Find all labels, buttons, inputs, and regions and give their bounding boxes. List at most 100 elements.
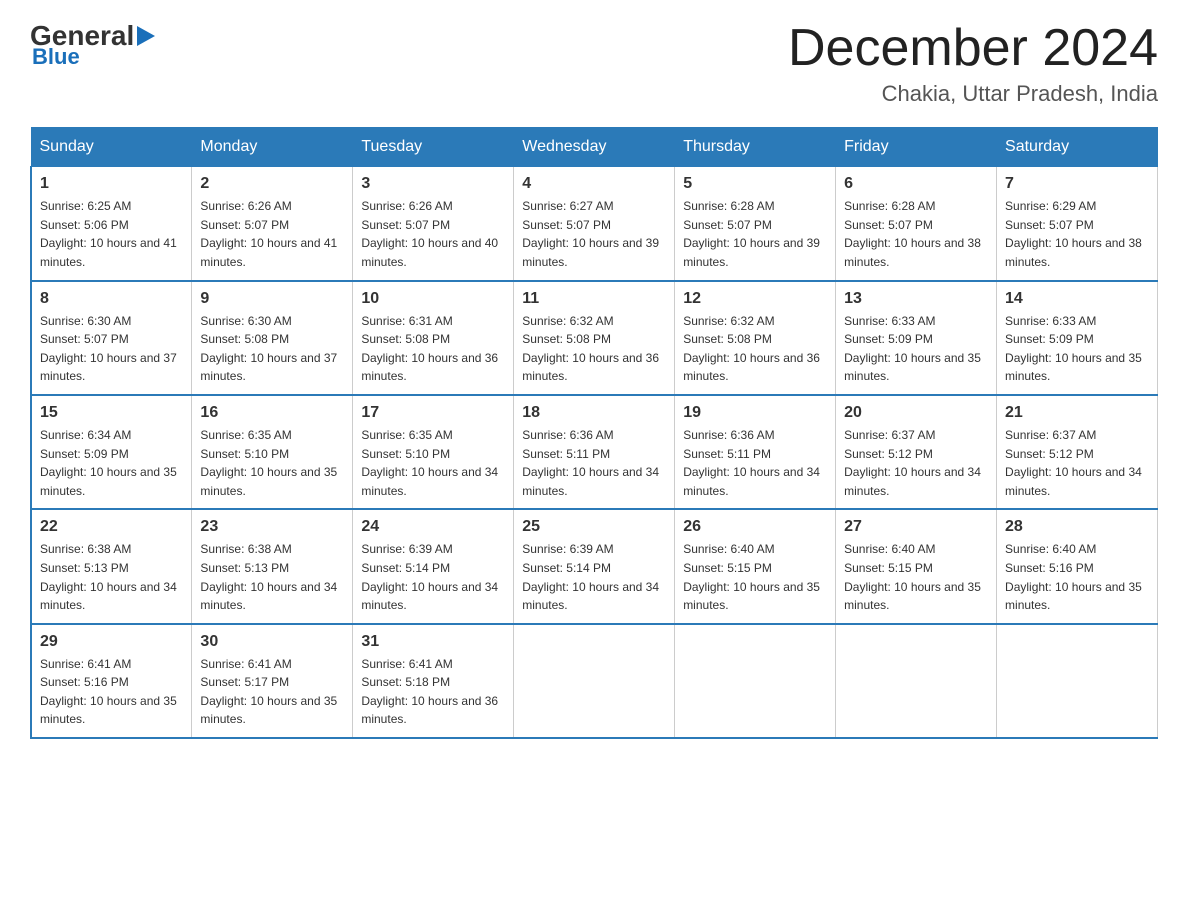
day-detail: Sunrise: 6:39 AMSunset: 5:14 PMDaylight:… bbox=[361, 542, 498, 612]
col-friday: Friday bbox=[836, 128, 997, 167]
day-number: 24 bbox=[361, 518, 505, 536]
day-detail: Sunrise: 6:30 AMSunset: 5:08 PMDaylight:… bbox=[200, 314, 337, 384]
day-detail: Sunrise: 6:38 AMSunset: 5:13 PMDaylight:… bbox=[40, 542, 177, 612]
col-sunday: Sunday bbox=[31, 128, 192, 167]
day-detail: Sunrise: 6:30 AMSunset: 5:07 PMDaylight:… bbox=[40, 314, 177, 384]
day-detail: Sunrise: 6:39 AMSunset: 5:14 PMDaylight:… bbox=[522, 542, 659, 612]
day-number: 5 bbox=[683, 175, 827, 193]
day-number: 28 bbox=[1005, 518, 1149, 536]
day-detail: Sunrise: 6:37 AMSunset: 5:12 PMDaylight:… bbox=[1005, 428, 1142, 498]
day-detail: Sunrise: 6:35 AMSunset: 5:10 PMDaylight:… bbox=[200, 428, 337, 498]
day-detail: Sunrise: 6:41 AMSunset: 5:16 PMDaylight:… bbox=[40, 657, 177, 727]
table-row: 25 Sunrise: 6:39 AMSunset: 5:14 PMDaylig… bbox=[514, 509, 675, 623]
col-saturday: Saturday bbox=[997, 128, 1158, 167]
table-row: 18 Sunrise: 6:36 AMSunset: 5:11 PMDaylig… bbox=[514, 395, 675, 509]
col-monday: Monday bbox=[192, 128, 353, 167]
table-row: 19 Sunrise: 6:36 AMSunset: 5:11 PMDaylig… bbox=[675, 395, 836, 509]
logo-flag-icon bbox=[137, 26, 155, 46]
day-number: 1 bbox=[40, 175, 183, 193]
col-thursday: Thursday bbox=[675, 128, 836, 167]
day-number: 19 bbox=[683, 404, 827, 422]
day-number: 7 bbox=[1005, 175, 1149, 193]
table-row: 6 Sunrise: 6:28 AMSunset: 5:07 PMDayligh… bbox=[836, 167, 997, 281]
day-number: 17 bbox=[361, 404, 505, 422]
day-number: 20 bbox=[844, 404, 988, 422]
day-detail: Sunrise: 6:27 AMSunset: 5:07 PMDaylight:… bbox=[522, 199, 659, 269]
table-row bbox=[675, 624, 836, 738]
table-row: 7 Sunrise: 6:29 AMSunset: 5:07 PMDayligh… bbox=[997, 167, 1158, 281]
table-row bbox=[514, 624, 675, 738]
day-detail: Sunrise: 6:41 AMSunset: 5:18 PMDaylight:… bbox=[361, 657, 498, 727]
table-row bbox=[836, 624, 997, 738]
month-title: December 2024 bbox=[788, 20, 1158, 77]
day-detail: Sunrise: 6:40 AMSunset: 5:15 PMDaylight:… bbox=[683, 542, 820, 612]
day-number: 25 bbox=[522, 518, 666, 536]
day-number: 3 bbox=[361, 175, 505, 193]
table-row: 9 Sunrise: 6:30 AMSunset: 5:08 PMDayligh… bbox=[192, 281, 353, 395]
day-detail: Sunrise: 6:25 AMSunset: 5:06 PMDaylight:… bbox=[40, 199, 177, 269]
day-detail: Sunrise: 6:33 AMSunset: 5:09 PMDaylight:… bbox=[1005, 314, 1142, 384]
logo-blue-text: Blue bbox=[32, 44, 80, 69]
table-row: 23 Sunrise: 6:38 AMSunset: 5:13 PMDaylig… bbox=[192, 509, 353, 623]
day-detail: Sunrise: 6:26 AMSunset: 5:07 PMDaylight:… bbox=[361, 199, 498, 269]
table-row: 10 Sunrise: 6:31 AMSunset: 5:08 PMDaylig… bbox=[353, 281, 514, 395]
day-detail: Sunrise: 6:37 AMSunset: 5:12 PMDaylight:… bbox=[844, 428, 981, 498]
header: General Blue December 2024 Chakia, Uttar… bbox=[30, 20, 1158, 107]
day-number: 6 bbox=[844, 175, 988, 193]
table-row: 28 Sunrise: 6:40 AMSunset: 5:16 PMDaylig… bbox=[997, 509, 1158, 623]
table-row: 8 Sunrise: 6:30 AMSunset: 5:07 PMDayligh… bbox=[31, 281, 192, 395]
calendar-header-row: Sunday Monday Tuesday Wednesday Thursday… bbox=[31, 128, 1158, 167]
table-row: 4 Sunrise: 6:27 AMSunset: 5:07 PMDayligh… bbox=[514, 167, 675, 281]
day-number: 2 bbox=[200, 175, 344, 193]
table-row: 29 Sunrise: 6:41 AMSunset: 5:16 PMDaylig… bbox=[31, 624, 192, 738]
day-number: 23 bbox=[200, 518, 344, 536]
table-row: 24 Sunrise: 6:39 AMSunset: 5:14 PMDaylig… bbox=[353, 509, 514, 623]
day-detail: Sunrise: 6:28 AMSunset: 5:07 PMDaylight:… bbox=[844, 199, 981, 269]
day-detail: Sunrise: 6:35 AMSunset: 5:10 PMDaylight:… bbox=[361, 428, 498, 498]
day-number: 31 bbox=[361, 633, 505, 651]
day-detail: Sunrise: 6:32 AMSunset: 5:08 PMDaylight:… bbox=[522, 314, 659, 384]
calendar-week-row: 8 Sunrise: 6:30 AMSunset: 5:07 PMDayligh… bbox=[31, 281, 1158, 395]
table-row: 13 Sunrise: 6:33 AMSunset: 5:09 PMDaylig… bbox=[836, 281, 997, 395]
table-row: 11 Sunrise: 6:32 AMSunset: 5:08 PMDaylig… bbox=[514, 281, 675, 395]
table-row: 2 Sunrise: 6:26 AMSunset: 5:07 PMDayligh… bbox=[192, 167, 353, 281]
day-number: 4 bbox=[522, 175, 666, 193]
table-row: 17 Sunrise: 6:35 AMSunset: 5:10 PMDaylig… bbox=[353, 395, 514, 509]
day-detail: Sunrise: 6:40 AMSunset: 5:15 PMDaylight:… bbox=[844, 542, 981, 612]
day-detail: Sunrise: 6:32 AMSunset: 5:08 PMDaylight:… bbox=[683, 314, 820, 384]
day-number: 21 bbox=[1005, 404, 1149, 422]
table-row: 27 Sunrise: 6:40 AMSunset: 5:15 PMDaylig… bbox=[836, 509, 997, 623]
day-detail: Sunrise: 6:26 AMSunset: 5:07 PMDaylight:… bbox=[200, 199, 337, 269]
location-title: Chakia, Uttar Pradesh, India bbox=[788, 81, 1158, 107]
day-number: 30 bbox=[200, 633, 344, 651]
day-number: 18 bbox=[522, 404, 666, 422]
calendar-table: Sunday Monday Tuesday Wednesday Thursday… bbox=[30, 127, 1158, 739]
day-number: 12 bbox=[683, 290, 827, 308]
day-number: 13 bbox=[844, 290, 988, 308]
col-tuesday: Tuesday bbox=[353, 128, 514, 167]
table-row bbox=[997, 624, 1158, 738]
day-number: 26 bbox=[683, 518, 827, 536]
table-row: 5 Sunrise: 6:28 AMSunset: 5:07 PMDayligh… bbox=[675, 167, 836, 281]
day-number: 29 bbox=[40, 633, 183, 651]
day-detail: Sunrise: 6:33 AMSunset: 5:09 PMDaylight:… bbox=[844, 314, 981, 384]
day-detail: Sunrise: 6:29 AMSunset: 5:07 PMDaylight:… bbox=[1005, 199, 1142, 269]
table-row: 21 Sunrise: 6:37 AMSunset: 5:12 PMDaylig… bbox=[997, 395, 1158, 509]
day-detail: Sunrise: 6:28 AMSunset: 5:07 PMDaylight:… bbox=[683, 199, 820, 269]
col-wednesday: Wednesday bbox=[514, 128, 675, 167]
table-row: 31 Sunrise: 6:41 AMSunset: 5:18 PMDaylig… bbox=[353, 624, 514, 738]
day-number: 11 bbox=[522, 290, 666, 308]
calendar-week-row: 22 Sunrise: 6:38 AMSunset: 5:13 PMDaylig… bbox=[31, 509, 1158, 623]
title-area: December 2024 Chakia, Uttar Pradesh, Ind… bbox=[788, 20, 1158, 107]
table-row: 12 Sunrise: 6:32 AMSunset: 5:08 PMDaylig… bbox=[675, 281, 836, 395]
table-row: 3 Sunrise: 6:26 AMSunset: 5:07 PMDayligh… bbox=[353, 167, 514, 281]
table-row: 26 Sunrise: 6:40 AMSunset: 5:15 PMDaylig… bbox=[675, 509, 836, 623]
day-detail: Sunrise: 6:31 AMSunset: 5:08 PMDaylight:… bbox=[361, 314, 498, 384]
day-detail: Sunrise: 6:41 AMSunset: 5:17 PMDaylight:… bbox=[200, 657, 337, 727]
table-row: 16 Sunrise: 6:35 AMSunset: 5:10 PMDaylig… bbox=[192, 395, 353, 509]
day-number: 27 bbox=[844, 518, 988, 536]
day-detail: Sunrise: 6:40 AMSunset: 5:16 PMDaylight:… bbox=[1005, 542, 1142, 612]
day-number: 14 bbox=[1005, 290, 1149, 308]
table-row: 14 Sunrise: 6:33 AMSunset: 5:09 PMDaylig… bbox=[997, 281, 1158, 395]
table-row: 30 Sunrise: 6:41 AMSunset: 5:17 PMDaylig… bbox=[192, 624, 353, 738]
